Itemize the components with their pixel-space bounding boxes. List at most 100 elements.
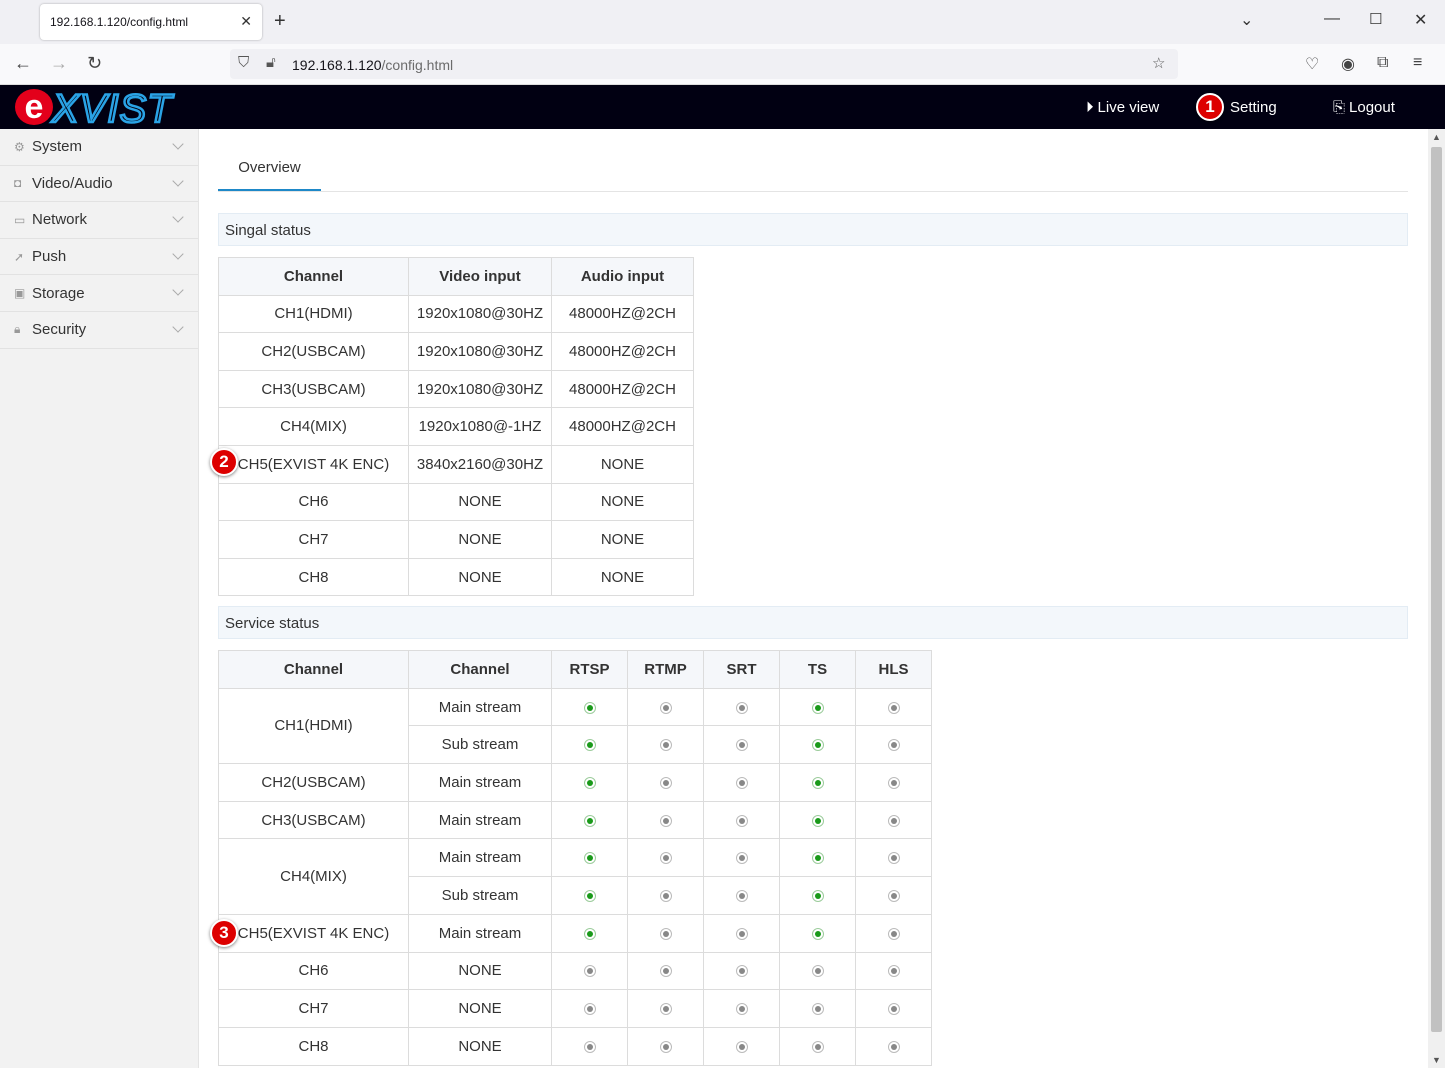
table-row: CH2(USBCAM) 1920x1080@30HZ 48000HZ@2CH bbox=[218, 332, 694, 371]
chevron-down-icon bbox=[172, 321, 184, 333]
status-off-icon bbox=[811, 1040, 824, 1053]
url-bar[interactable]: ⛉ 🔓︎ 192.168.1.120/config.html ☆ bbox=[230, 49, 1178, 79]
status-on-icon bbox=[811, 739, 824, 752]
sidebar-item-network[interactable]: ▭ Network bbox=[0, 202, 198, 239]
stream-cell: Main stream bbox=[408, 913, 552, 953]
status-off-icon bbox=[887, 814, 900, 827]
badge-3: 3 bbox=[210, 919, 238, 947]
status-cell bbox=[779, 800, 856, 840]
status-on-icon bbox=[811, 890, 824, 902]
status-cell bbox=[779, 1026, 856, 1066]
table-cell: CH3(USBCAM) bbox=[218, 369, 409, 409]
table-cell: NONE bbox=[408, 482, 552, 522]
status-cell bbox=[855, 800, 932, 840]
pocket-icon[interactable]: ♡ bbox=[1305, 54, 1319, 74]
scroll-down-icon[interactable]: ▼ bbox=[1432, 1055, 1441, 1065]
channel-cell: CH2(USBCAM) bbox=[218, 763, 409, 802]
status-cell bbox=[855, 725, 932, 765]
table-cell: CH2(USBCAM) bbox=[218, 332, 409, 371]
setting-link[interactable]: Setting bbox=[1230, 99, 1277, 116]
minimize-icon[interactable]: — bbox=[1324, 10, 1340, 28]
url-text[interactable]: 192.168.1.120/config.html bbox=[292, 57, 453, 73]
send-icon: ➚ bbox=[14, 249, 25, 264]
sidebar-item-system[interactable]: ⚙ System bbox=[0, 129, 198, 166]
chevron-down-icon[interactable]: ⌄ bbox=[1240, 10, 1253, 30]
status-off-icon bbox=[887, 739, 900, 752]
insecure-lock-icon[interactable]: 🔓︎ bbox=[266, 54, 276, 71]
status-cell bbox=[779, 763, 856, 802]
browser-navbar: ← → ↻ ⛉ 🔓︎ 192.168.1.120/config.html ☆ ♡… bbox=[0, 44, 1445, 85]
status-cell bbox=[627, 913, 704, 953]
table-cell: 48000HZ@2CH bbox=[551, 407, 694, 446]
page-scrollbar[interactable]: ▲ ▼ bbox=[1428, 129, 1445, 1068]
table-row: CH7 NONE bbox=[218, 989, 932, 1028]
tab-overview[interactable]: Overview bbox=[218, 159, 321, 191]
live-view-link[interactable]: ⏵ Live view bbox=[1086, 99, 1159, 116]
browser-tab[interactable]: 192.168.1.120/config.html ✕ bbox=[40, 4, 262, 40]
status-cell bbox=[855, 1026, 932, 1066]
signal-status-title: Singal status bbox=[218, 213, 1408, 246]
maximize-icon[interactable]: ☐ bbox=[1369, 10, 1382, 28]
status-off-icon bbox=[887, 852, 900, 865]
table-row: CH7 NONE NONE bbox=[218, 520, 694, 559]
reload-icon[interactable]: ↻ bbox=[87, 53, 102, 74]
status-cell bbox=[551, 913, 628, 953]
extensions-icon[interactable]: ⧉ bbox=[1377, 54, 1388, 72]
table-row: CH6 NONE NONE bbox=[218, 482, 694, 522]
table-cell: NONE bbox=[551, 444, 694, 484]
forward-arrow-icon[interactable]: → bbox=[50, 53, 68, 74]
stream-cell: NONE bbox=[408, 989, 552, 1028]
status-cell bbox=[703, 989, 780, 1028]
status-cell bbox=[627, 1026, 704, 1066]
status-cell bbox=[551, 838, 628, 878]
channel-cell: CH5(EXVIST 4K ENC) bbox=[218, 913, 409, 953]
table-cell: CH8 bbox=[218, 557, 409, 597]
star-icon[interactable]: ☆ bbox=[1152, 54, 1165, 72]
sidebar-item-security[interactable]: 🔒︎ Security bbox=[0, 312, 198, 349]
stream-cell: Main stream bbox=[408, 838, 552, 878]
channel-cell: CH1(HDMI) bbox=[218, 687, 409, 765]
shield-icon[interactable]: ⛉ bbox=[238, 54, 249, 71]
status-on-icon bbox=[811, 927, 824, 940]
logout-link[interactable]: ⎘ Logout bbox=[1333, 99, 1395, 116]
status-off-icon bbox=[735, 701, 748, 714]
status-cell bbox=[627, 763, 704, 802]
back-arrow-icon[interactable]: ← bbox=[14, 53, 32, 74]
status-on-icon bbox=[583, 814, 596, 827]
col-header: Channel bbox=[218, 650, 409, 689]
status-off-icon bbox=[887, 927, 900, 940]
close-icon[interactable]: ✕ bbox=[240, 13, 252, 30]
close-window-icon[interactable]: ✕ bbox=[1414, 10, 1427, 30]
status-cell bbox=[779, 989, 856, 1028]
chevron-down-icon bbox=[172, 211, 184, 223]
menu-icon[interactable]: ≡ bbox=[1413, 54, 1422, 72]
status-cell bbox=[703, 913, 780, 953]
status-off-icon bbox=[735, 890, 748, 902]
table-cell: CH5(EXVIST 4K ENC) bbox=[218, 444, 409, 484]
stream-cell: Main stream bbox=[408, 800, 552, 840]
status-off-icon bbox=[887, 701, 900, 714]
status-off-icon bbox=[887, 776, 900, 789]
status-cell bbox=[703, 687, 780, 727]
service-table: Channel Channel RTSP RTMP SRT TS HLS CH1… bbox=[218, 650, 932, 1066]
scroll-up-icon[interactable]: ▲ bbox=[1432, 132, 1441, 142]
table-cell: 48000HZ@2CH bbox=[551, 294, 694, 334]
status-cell bbox=[779, 725, 856, 765]
account-icon[interactable]: ◉ bbox=[1341, 54, 1355, 74]
status-cell bbox=[703, 876, 780, 915]
status-off-icon bbox=[659, 739, 672, 752]
stream-cell: NONE bbox=[408, 1026, 552, 1066]
table-cell: 3840x2160@30HZ bbox=[408, 444, 552, 484]
channel-cell: CH7 bbox=[218, 989, 409, 1028]
table-header-row: Channel Channel RTSP RTMP SRT TS HLS bbox=[218, 650, 932, 689]
status-cell bbox=[855, 687, 932, 727]
status-off-icon bbox=[887, 890, 900, 902]
sidebar-item-video-audio[interactable]: ◘ Video/Audio bbox=[0, 166, 198, 203]
new-tab-icon[interactable]: + bbox=[274, 10, 286, 33]
table-row: CH4(MIX) 1920x1080@-1HZ 48000HZ@2CH bbox=[218, 407, 694, 446]
scrollbar-thumb[interactable] bbox=[1431, 147, 1442, 1032]
sidebar-item-push[interactable]: ➚ Push bbox=[0, 239, 198, 276]
exvist-logo[interactable]: e XVIST bbox=[14, 87, 190, 127]
sidebar-item-storage[interactable]: ▣ Storage bbox=[0, 275, 198, 312]
status-off-icon bbox=[735, 927, 748, 940]
